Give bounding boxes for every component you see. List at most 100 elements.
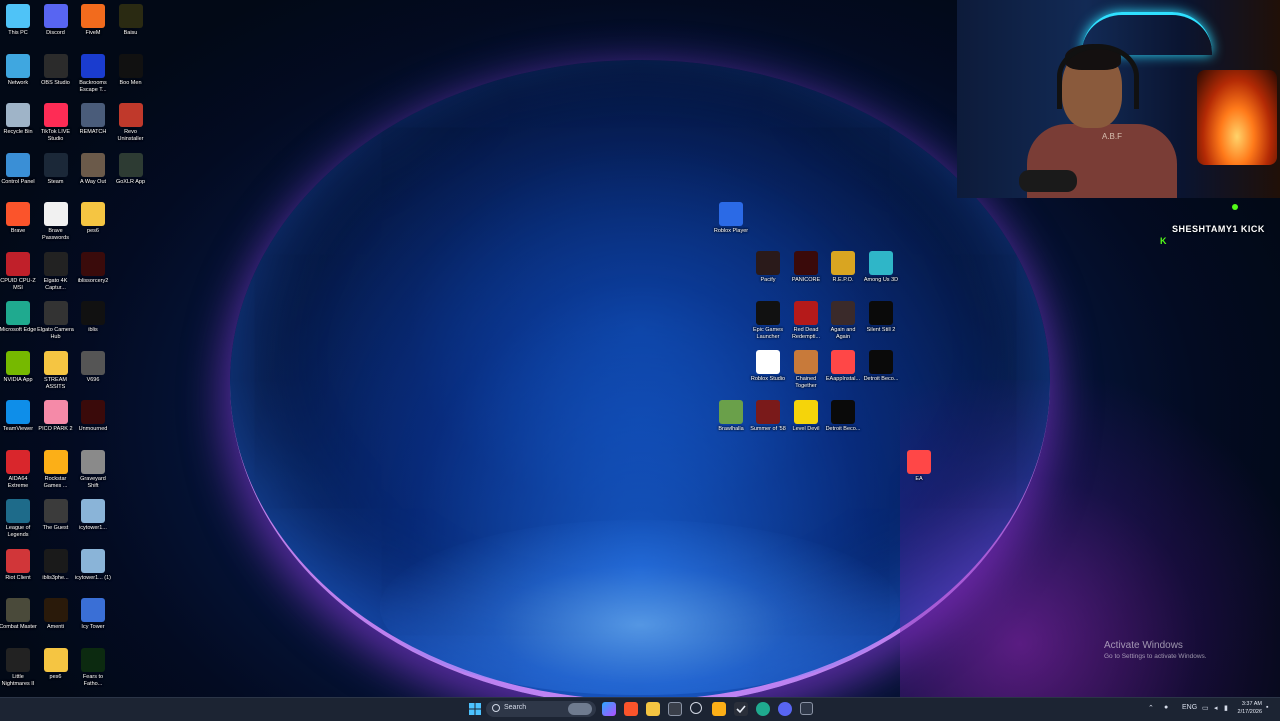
desktop-icon[interactable]: Graveyard Shift — [74, 449, 112, 490]
desktop-icon[interactable]: Roblox Player — [712, 202, 750, 235]
desktop-icon[interactable]: Chained Together — [787, 350, 825, 390]
desktop-icon[interactable]: pes6 — [74, 202, 112, 235]
desktop-icon[interactable]: Detroit Beco... — [862, 350, 900, 383]
document-icon — [43, 202, 68, 226]
copilot-icon[interactable] — [602, 702, 616, 716]
notifications-icon[interactable]: ▪ — [1266, 704, 1268, 711]
desktop-icon[interactable]: R.E.P.O. — [824, 251, 862, 284]
language-indicator[interactable]: ENG — [1182, 704, 1197, 711]
discord-icon[interactable] — [778, 702, 792, 716]
desktop-icon[interactable]: OBS Studio — [37, 53, 75, 87]
store-icon[interactable] — [668, 702, 682, 716]
desktop-icon[interactable]: A Way Out — [74, 152, 112, 186]
brave-icon[interactable] — [624, 702, 638, 716]
desktop-icon[interactable]: pes6 — [37, 647, 75, 681]
desktop-icon[interactable]: Little Nightmares II — [0, 647, 37, 688]
rockstar-icon[interactable] — [712, 702, 726, 716]
epic-icon — [756, 301, 780, 325]
desktop-icon[interactable]: FiveM — [74, 4, 112, 37]
desktop-icon[interactable]: Network — [0, 53, 37, 87]
goxlr-icon — [118, 152, 143, 177]
desktop-icon[interactable]: Unmourned — [74, 400, 112, 433]
desktop-icon[interactable]: Boo Men — [112, 53, 150, 87]
desktop-icon[interactable]: icytower1... (1) — [74, 548, 112, 582]
desktop-icon[interactable]: Discord — [37, 4, 75, 37]
desktop-icon[interactable]: Backrooms Escape T... — [74, 53, 112, 94]
desktop-icon[interactable]: Silent Still 2 — [862, 301, 900, 334]
nvidia-icon — [6, 350, 30, 375]
recycle-bin-icon — [6, 103, 30, 127]
file-explorer-icon[interactable] — [646, 702, 660, 716]
taskbar-clock[interactable]: 3:37 AM 2/17/2026 — [1232, 700, 1262, 716]
desktop-icon[interactable]: Roblox Studio — [749, 350, 787, 383]
desktop-icon[interactable]: Detroit Beco... — [824, 400, 862, 433]
webcam-overlay: A.B.F — [957, 0, 1280, 198]
desktop-icon[interactable]: Control Panel — [0, 152, 37, 186]
desktop-icon[interactable]: Elgato Camera Hub — [37, 301, 75, 341]
desktop-icon[interactable]: Icy Tower — [74, 598, 112, 631]
desktop-icon[interactable]: Summer of '58 — [749, 400, 787, 433]
fireplace-screen — [1197, 70, 1277, 165]
desktop-icon[interactable]: TikTok LIVE Studio — [37, 103, 75, 143]
desktop-icon[interactable]: iblissorcery2 — [74, 251, 112, 285]
desktop-icon[interactable]: REMATCH — [74, 103, 112, 136]
desktop-icon[interactable]: Fears to Fatho... — [74, 647, 112, 688]
battery-icon[interactable]: ▮ — [1224, 704, 1228, 712]
desktop-icon[interactable]: NVIDIA App — [0, 350, 37, 384]
desktop-icon[interactable]: AIDA64 Extreme — [0, 449, 37, 490]
desktop-icon[interactable]: Revo Uninstaller — [112, 103, 150, 143]
desktop-icon[interactable]: Baisu — [112, 4, 150, 37]
desktop-icon[interactable]: iblis — [74, 301, 112, 334]
desktop-icon[interactable]: Brawlhalla — [712, 400, 750, 433]
desktop-icon[interactable]: This PC — [0, 4, 37, 37]
desktop-icon[interactable]: Elgato 4K Captur... — [37, 251, 75, 292]
cpuz-icon — [6, 251, 30, 276]
desktop-icon[interactable]: Recycle Bin — [0, 103, 37, 136]
settings-icon[interactable] — [800, 702, 813, 715]
desktop-icon[interactable]: Red Dead Redempti... — [787, 301, 825, 341]
desktop-icon[interactable]: League of Legends — [0, 499, 37, 539]
microphone-icon[interactable]: ● — [1164, 704, 1168, 711]
desktop-icon[interactable]: Amenti — [37, 598, 75, 631]
desktop-icon[interactable]: EA — [900, 450, 938, 483]
desktop-icon[interactable]: Pacify — [749, 251, 787, 284]
desktop-icon[interactable]: iblis3phe... — [37, 548, 75, 582]
desktop-icon-label: pes6 — [49, 673, 62, 680]
chevron-up-icon[interactable]: ⌃ — [1148, 704, 1154, 712]
desktop-icon[interactable]: Level Devil — [787, 400, 825, 433]
desktop-icon[interactable]: Microsoft Edge — [0, 301, 37, 334]
taskbar-search-box[interactable]: Search — [486, 701, 596, 717]
volume-icon[interactable]: ◂ — [1214, 704, 1218, 712]
desktop-icon[interactable]: EAappInstal... — [824, 350, 862, 383]
desktop-icon[interactable]: Combat Master — [0, 598, 37, 631]
level-devil-icon — [794, 400, 818, 424]
desktop-icon-label: PICO PARK 2 — [38, 426, 73, 432]
desktop-icon-label: iblis3phe... — [42, 574, 69, 581]
desktop-icon[interactable]: Among Us 3D — [862, 251, 900, 284]
desktop-icon[interactable]: STREAM ASSITS — [37, 350, 75, 391]
desktop-icon[interactable]: TeamViewer — [0, 400, 37, 433]
desktop-icon[interactable]: GoXLR App — [112, 152, 150, 186]
desktop-icon[interactable]: PANICORE — [787, 251, 825, 284]
capcut-icon[interactable] — [734, 702, 748, 716]
windows-start-icon[interactable] — [468, 702, 482, 716]
desktop-icon[interactable]: Again and Again — [824, 301, 862, 341]
desktop-icon[interactable]: icytower1... — [74, 499, 112, 532]
desktop-icon-label: PANICORE — [791, 277, 821, 283]
desktop-icon[interactable]: Rockstar Games ... — [37, 449, 75, 490]
desktop-icon[interactable]: Brave — [0, 202, 37, 235]
pico-park-icon — [43, 400, 68, 424]
desktop-icon[interactable]: Brave Passwords — [37, 202, 75, 242]
desktop-icon-label: Fears to Fatho... — [82, 673, 104, 687]
desktop-icon[interactable]: CPUID CPU-Z MSI — [0, 251, 37, 292]
desktop-icon[interactable]: PICO PARK 2 — [37, 400, 75, 433]
desktop-icon[interactable]: Riot Client — [0, 548, 37, 582]
desktop-icon[interactable]: V696 — [74, 350, 112, 384]
network-icon[interactable]: ▭ — [1202, 704, 1209, 712]
desktop-icon[interactable]: Epic Games Launcher — [749, 301, 787, 341]
chatgpt-icon[interactable] — [690, 702, 702, 714]
desktop-icon[interactable]: The Guest — [37, 499, 75, 532]
boo-men-icon — [118, 53, 143, 78]
edge-icon[interactable] — [756, 702, 770, 716]
desktop-icon[interactable]: Steam — [37, 152, 75, 186]
